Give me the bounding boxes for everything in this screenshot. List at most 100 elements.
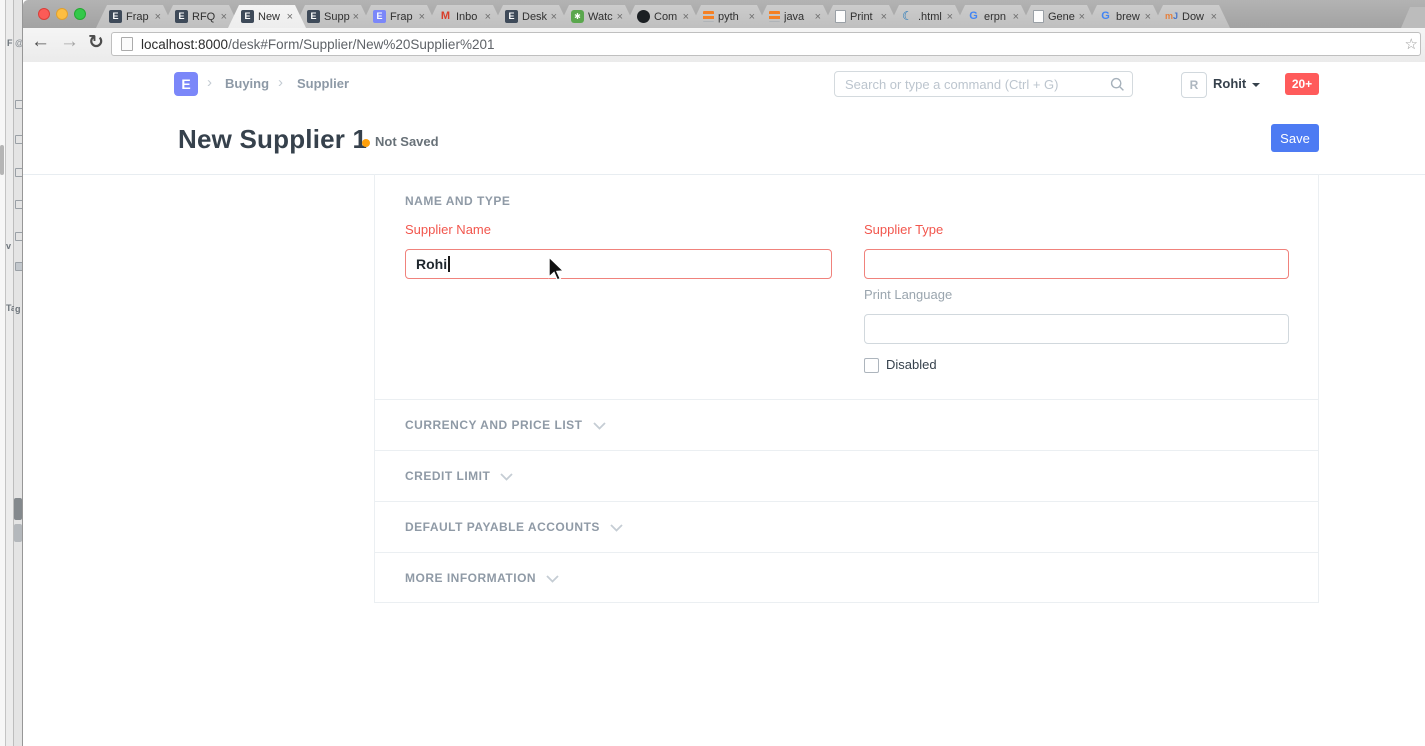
new-tab-button[interactable] (1401, 7, 1425, 28)
tab-close-icon[interactable]: × (1145, 12, 1151, 22)
mou-icon: mJ (1165, 10, 1178, 23)
tab-close-icon[interactable]: × (881, 12, 887, 22)
browser-tab[interactable]: Com × (624, 5, 702, 28)
browser-window: E Frap × E RFQ × E New × E Supp × E Frap (22, 0, 1425, 746)
browser-tab[interactable]: ✱ Watc × (558, 5, 636, 28)
erpnext-icon: E (505, 10, 518, 23)
page-header: New Supplier 1 Not Saved Save (23, 107, 1425, 175)
browser-tab[interactable]: E Desk × (492, 5, 570, 28)
app-navbar: E › Buying › Supplier R Rohit 20+ (23, 62, 1425, 108)
breadcrumb-supplier[interactable]: Supplier (297, 76, 349, 91)
github-icon (637, 10, 650, 23)
global-search (834, 71, 1133, 97)
browser-tab[interactable]: pyth × (690, 5, 768, 28)
browser-tab[interactable]: Gene × (1020, 5, 1098, 28)
browser-tab[interactable]: E RFQ × (162, 5, 240, 28)
erpnext-desk: E › Buying › Supplier R Rohit 20+ New Su… (23, 62, 1425, 746)
user-menu[interactable]: Rohit (1213, 76, 1260, 91)
notification-badge[interactable]: 20+ (1285, 73, 1319, 95)
google-icon: G (1099, 10, 1112, 23)
url-text: localhost:8000/desk#Form/Supplier/New%20… (141, 37, 494, 52)
tab-close-icon[interactable]: × (221, 12, 227, 22)
browser-tab[interactable]: E Frap × (360, 5, 438, 28)
tab-close-icon[interactable]: × (419, 12, 425, 22)
supplier-name-label: Supplier Name (405, 222, 491, 237)
bookmark-star-icon[interactable]: ☆ (1405, 35, 1418, 53)
tab-close-icon[interactable]: × (551, 12, 557, 22)
macos-zoom-button[interactable] (74, 8, 86, 20)
erpnext-icon: E (109, 10, 122, 23)
browser-tab[interactable]: E Frap × (96, 5, 174, 28)
text-caret (448, 256, 450, 272)
status-badge: Not Saved (375, 134, 439, 149)
tab-close-icon[interactable]: × (947, 12, 953, 22)
jquery-icon: ☾ (901, 10, 914, 23)
address-bar[interactable]: localhost:8000/desk#Form/Supplier/New%20… (111, 32, 1421, 56)
tab-close-icon[interactable]: × (1013, 12, 1019, 22)
breadcrumb-chevron-icon: › (207, 74, 212, 91)
search-input[interactable] (834, 71, 1133, 97)
section-currency-and-price-list[interactable]: CURRENCY AND PRICE LIST (375, 399, 1318, 450)
macos-minimize-button[interactable] (56, 8, 68, 20)
tab-close-icon[interactable]: × (749, 12, 755, 22)
erpnext-icon: E (175, 10, 188, 23)
erpnext-logo[interactable]: E (174, 72, 198, 96)
background-window-strip: F v Ta @ g (0, 0, 22, 746)
section-credit-limit[interactable]: CREDIT LIMIT (375, 450, 1318, 501)
gmail-icon: M (439, 10, 452, 23)
finder-sidebar-column: F v Ta (6, 0, 14, 746)
tab-close-icon[interactable]: × (1079, 12, 1085, 22)
section-default-payable-accounts[interactable]: DEFAULT PAYABLE ACCOUNTS (375, 501, 1318, 552)
chevron-down-icon (593, 422, 606, 430)
browser-tab[interactable]: E Supp × (294, 5, 372, 28)
browser-tab-active[interactable]: E New × (228, 5, 306, 28)
browser-tab[interactable]: java × (756, 5, 834, 28)
chevron-down-icon (500, 473, 513, 481)
tab-close-icon[interactable]: × (353, 12, 359, 22)
background-window-fragment (14, 524, 22, 542)
erpnext-icon: E (307, 10, 320, 23)
search-icon (1110, 77, 1125, 92)
tab-list: E Frap × E RFQ × E New × E Supp × E Frap (96, 5, 1218, 28)
reload-button[interactable]: ↻ (88, 31, 104, 54)
tab-close-icon[interactable]: × (1211, 12, 1217, 22)
tab-close-icon[interactable]: × (683, 12, 689, 22)
back-button[interactable]: ← (31, 31, 50, 53)
tab-close-icon[interactable]: × (287, 12, 293, 22)
frappe-icon: E (373, 10, 386, 23)
tab-close-icon[interactable]: × (617, 12, 623, 22)
user-name: Rohit (1213, 76, 1246, 91)
supplier-form: NAME AND TYPE Supplier Name Rohi Supplie… (374, 174, 1319, 603)
save-button[interactable]: Save (1271, 124, 1319, 152)
google-icon: G (967, 10, 980, 23)
breadcrumb-buying[interactable]: Buying (225, 76, 269, 91)
tab-close-icon[interactable]: × (815, 12, 821, 22)
browser-tab[interactable]: mJ Dow × (1152, 5, 1230, 28)
finder-favorites-label: F (7, 38, 13, 48)
background-scrollbar-thumb (0, 145, 4, 175)
supplier-type-label: Supplier Type (864, 222, 943, 237)
browser-tab[interactable]: Print × (822, 5, 900, 28)
browser-tab[interactable]: ☾ .html × (888, 5, 966, 28)
supplier-type-input[interactable] (864, 249, 1289, 279)
supplier-name-input[interactable]: Rohi (405, 249, 832, 279)
avatar[interactable]: R (1181, 72, 1207, 98)
page-icon (121, 37, 133, 51)
stackoverflow-icon (769, 11, 780, 22)
browser-tab[interactable]: M Inbo × (426, 5, 504, 28)
page-title: New Supplier 1 (178, 124, 367, 155)
print-language-input[interactable] (864, 314, 1289, 344)
macos-close-button[interactable] (38, 8, 50, 20)
green-app-icon: ✱ (571, 10, 584, 23)
browser-tab[interactable]: G erpn × (954, 5, 1032, 28)
chevron-down-icon (610, 524, 623, 532)
document-icon (835, 10, 846, 23)
forward-button[interactable]: → (60, 31, 79, 53)
browser-toolbar: ← → ↻ localhost:8000/desk#Form/Supplier/… (23, 28, 1425, 63)
browser-tab[interactable]: G brew × (1086, 5, 1164, 28)
disabled-checkbox[interactable] (864, 358, 879, 373)
background-window-fragment (14, 498, 22, 520)
section-more-information[interactable]: MORE INFORMATION (375, 552, 1318, 603)
tab-close-icon[interactable]: × (155, 12, 161, 22)
tab-close-icon[interactable]: × (485, 12, 491, 22)
